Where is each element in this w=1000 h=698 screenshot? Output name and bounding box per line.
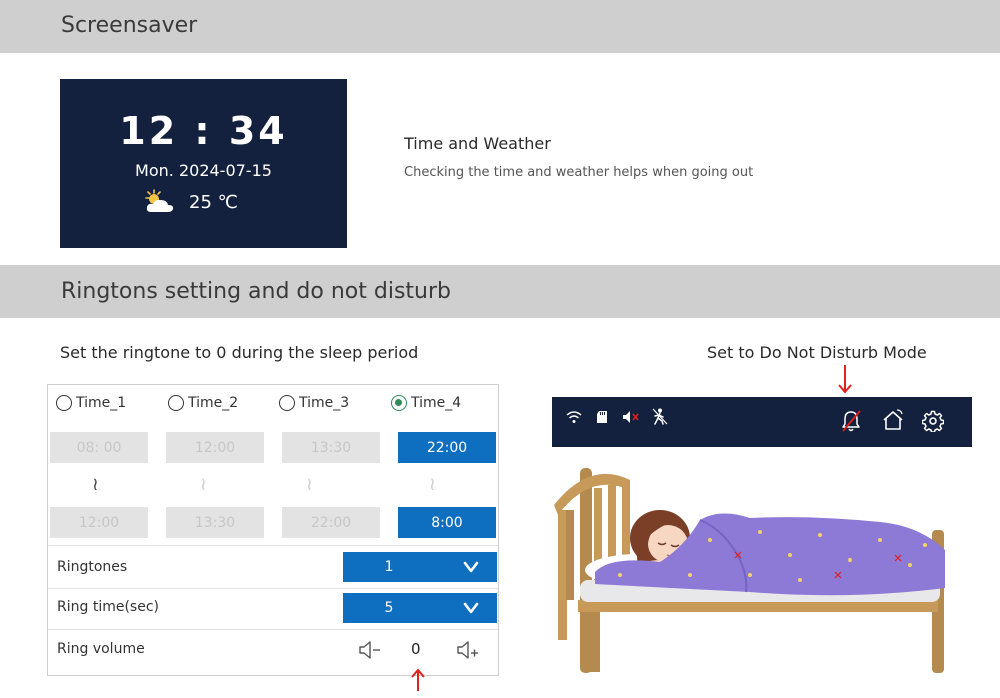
gear-icon[interactable] <box>922 410 944 432</box>
radio-label: Time_1 <box>76 395 127 411</box>
chevron-down-icon <box>463 602 479 614</box>
range-symbol: ≀ <box>429 474 436 495</box>
volume-up-icon[interactable] <box>456 639 480 661</box>
radio-circle <box>168 395 184 411</box>
section-header-screensaver: Screensaver <box>0 0 1000 53</box>
clock-date: Mon. 2024-07-15 <box>135 161 272 180</box>
time-slot-radio-1[interactable]: Time_1 <box>56 395 126 411</box>
ring-volume-value: 0 <box>411 640 421 658</box>
chevron-down-icon <box>463 561 479 573</box>
ring-settings-panel: Time_1 Time_2 Time_3 Time_4 08: 00 12:00… <box>47 384 499 676</box>
slot2-end-time[interactable]: 13:30 <box>166 507 264 538</box>
radio-label: Time_2 <box>188 395 239 411</box>
time-slot-radio-3[interactable]: Time_3 <box>279 395 349 411</box>
mute-icon <box>623 411 639 423</box>
slot3-start-time[interactable]: 13:30 <box>282 432 380 463</box>
dnd-caption: Set to Do Not Disturb Mode <box>707 343 927 362</box>
divider <box>48 545 498 546</box>
slot1-start-time[interactable]: 08: 00 <box>50 432 148 463</box>
feature-title: Time and Weather <box>404 134 551 153</box>
volume-down-icon[interactable] <box>358 639 382 661</box>
wifi-icon <box>566 411 582 423</box>
slot2-start-time[interactable]: 12:00 <box>166 432 264 463</box>
home-icon[interactable] <box>882 408 904 432</box>
radio-label: Time_4 <box>411 395 462 411</box>
feature-description: Checking the time and weather helps when… <box>404 165 754 180</box>
slot4-start-time[interactable]: 22:00 <box>398 432 496 463</box>
screensaver-clock-card: 12 : 34 Mon. 2024-07-15 25 ℃ <box>60 79 347 248</box>
radio-circle-selected <box>391 395 407 411</box>
clock-time: 12 : 34 <box>119 109 288 153</box>
arrow-down-icon <box>838 365 852 394</box>
radio-label: Time_3 <box>299 395 350 411</box>
bell-off-icon[interactable] <box>840 409 862 433</box>
section-title: Ringtons setting and do not disturb <box>61 279 451 304</box>
range-symbol: ≀ <box>200 474 207 495</box>
divider <box>48 588 498 589</box>
partly-cloudy-icon <box>145 189 174 212</box>
range-symbol: ≀ <box>92 474 99 495</box>
sd-card-icon <box>597 411 607 423</box>
divider <box>48 629 498 630</box>
ring-time-label: Ring time(sec) <box>57 599 159 615</box>
time-slot-radio-4[interactable]: Time_4 <box>391 395 461 411</box>
slot4-end-time[interactable]: 8:00 <box>398 507 496 538</box>
slot3-end-time[interactable]: 22:00 <box>282 507 380 538</box>
device-status-bar <box>552 397 972 447</box>
range-symbol: ≀ <box>306 474 313 495</box>
radio-circle <box>56 395 72 411</box>
section-header-ringtones: Ringtons setting and do not disturb <box>0 265 1000 318</box>
motion-sensor-icon <box>652 408 668 425</box>
radio-circle <box>279 395 295 411</box>
time-slot-radio-2[interactable]: Time_2 <box>168 395 238 411</box>
ringtones-label: Ringtones <box>57 559 128 575</box>
weather-row: 25 ℃ <box>143 189 238 215</box>
sleeping-illustration <box>554 468 945 673</box>
section-title: Screensaver <box>61 13 198 38</box>
ringtone-caption: Set the ringtone to 0 during the sleep p… <box>60 343 419 362</box>
dropdown-value: 5 <box>384 600 394 616</box>
temperature: 25 ℃ <box>189 191 238 213</box>
slot1-end-time[interactable]: 12:00 <box>50 507 148 538</box>
ring-volume-label: Ring volume <box>57 641 145 657</box>
dropdown-value: 1 <box>384 559 394 575</box>
ringtones-dropdown[interactable]: 1 <box>343 552 497 582</box>
ring-time-dropdown[interactable]: 5 <box>343 593 497 623</box>
arrow-up-icon <box>411 668 425 691</box>
